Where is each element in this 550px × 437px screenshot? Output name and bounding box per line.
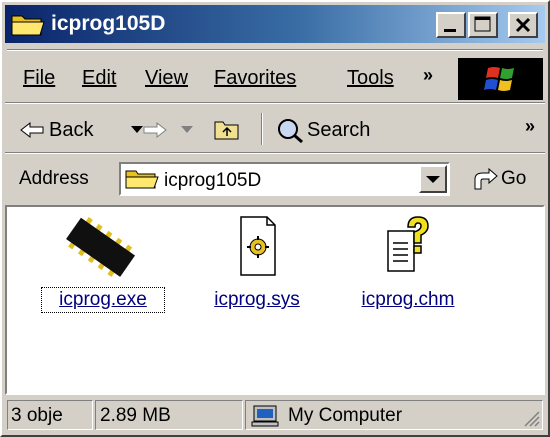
up-folder-icon xyxy=(214,121,239,140)
my-computer-icon xyxy=(251,405,279,427)
close-icon xyxy=(515,17,531,33)
divider xyxy=(5,152,545,154)
folder-icon xyxy=(11,11,45,42)
menu-file[interactable]: File xyxy=(23,66,55,90)
up-folder-button[interactable] xyxy=(211,107,251,151)
forward-button[interactable] xyxy=(142,107,222,151)
menu-tools[interactable]: Tools xyxy=(347,66,394,90)
file-name: icprog.sys xyxy=(214,289,300,310)
help-file-icon xyxy=(348,213,468,283)
maximize-button[interactable] xyxy=(468,12,498,38)
file-item-icprog-sys[interactable]: icprog.sys xyxy=(197,213,317,323)
resize-grip-icon[interactable] xyxy=(522,409,540,427)
file-item-icprog-chm[interactable]: icprog.chm xyxy=(348,213,468,323)
minimize-icon xyxy=(444,29,456,32)
file-name: icprog.exe xyxy=(41,287,165,313)
ic-chip-icon xyxy=(43,213,163,283)
window-title: icprog105D xyxy=(51,12,166,35)
file-list-view[interactable]: icprog.exe icprog.sys icprog.chm xyxy=(5,205,545,395)
search-button[interactable]: Search xyxy=(275,107,405,151)
search-label: Search xyxy=(307,119,371,141)
system-file-gear-icon xyxy=(197,213,317,283)
chevron-down-icon xyxy=(426,176,440,183)
menu-edit[interactable]: Edit xyxy=(82,66,116,90)
maximize-icon xyxy=(474,16,491,32)
forward-arrow-icon xyxy=(143,121,167,139)
toolbar-separator xyxy=(261,113,263,145)
search-icon xyxy=(278,119,303,144)
explorer-window: icprog105D File Edit View Favorites Tool… xyxy=(0,0,550,437)
address-bar: Address icprog105D Go xyxy=(5,156,545,202)
go-arrow-icon xyxy=(474,167,498,190)
minimize-button[interactable] xyxy=(436,12,466,38)
back-label: Back xyxy=(49,119,94,141)
menu-bar: File Edit View Favorites Tools » xyxy=(7,49,543,95)
menu-view[interactable]: View xyxy=(145,66,188,90)
windows-logo xyxy=(458,58,543,100)
title-bar[interactable]: icprog105D xyxy=(5,5,545,43)
address-dropdown-button[interactable] xyxy=(419,165,447,193)
toolbar-more-chevron[interactable]: » xyxy=(525,117,535,135)
back-arrow-icon xyxy=(20,121,44,139)
file-item-icprog-exe[interactable]: icprog.exe xyxy=(41,213,165,323)
status-bar: 3 obje 2.89 MB My Computer xyxy=(5,398,545,432)
menu-more-chevron[interactable]: » xyxy=(423,66,433,84)
status-size: 2.89 MB xyxy=(95,400,243,430)
file-name: icprog.chm xyxy=(361,289,455,310)
dropdown-arrow-icon xyxy=(181,126,193,133)
close-button[interactable] xyxy=(508,12,538,38)
menu-favorites[interactable]: Favorites xyxy=(214,66,296,90)
address-value: icprog105D xyxy=(164,170,262,191)
divider xyxy=(7,49,543,51)
toolbar: Back Search » xyxy=(5,107,545,151)
divider xyxy=(5,102,545,104)
go-label: Go xyxy=(501,168,527,189)
address-input[interactable]: icprog105D xyxy=(119,162,450,196)
status-zone: My Computer xyxy=(245,400,543,430)
address-label: Address xyxy=(19,168,89,189)
status-object-count: 3 obje xyxy=(7,400,93,430)
folder-icon xyxy=(125,170,159,189)
go-button[interactable]: Go xyxy=(467,164,542,194)
